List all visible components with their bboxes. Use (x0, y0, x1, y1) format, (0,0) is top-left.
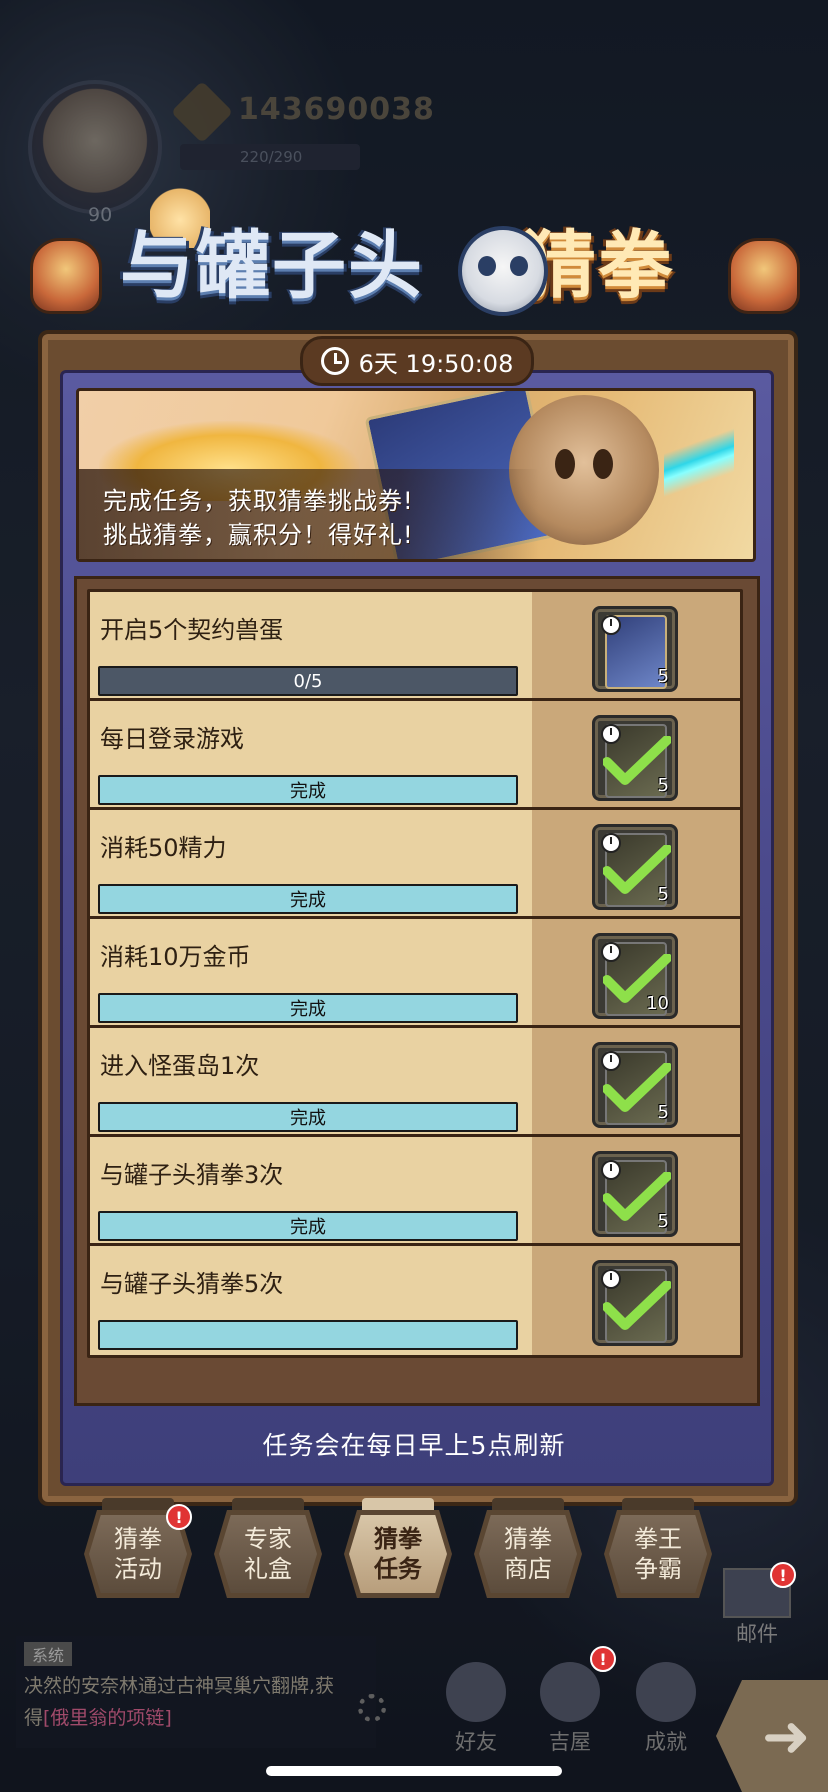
task-title: 进入怪蛋岛1次 (100, 1052, 260, 1080)
task-progress-bar: 完成 (98, 1211, 518, 1241)
friends-icon (446, 1662, 506, 1722)
event-title: 与罐子头 猜拳 (120, 206, 674, 313)
task-title: 每日登录游戏 (100, 725, 244, 753)
house-label: 吉屋 (549, 1730, 591, 1754)
reward-ticket-icon[interactable]: 5 (592, 1151, 678, 1237)
task-title: 开启5个契约兽蛋 (100, 616, 284, 644)
task-row[interactable]: 消耗50精力 完成 5 (87, 807, 743, 922)
task-row[interactable]: 开启5个契约兽蛋 0/5 5 (87, 589, 743, 704)
arrow-right-icon: ➜ (761, 1702, 811, 1770)
friends-button[interactable]: 好友 (436, 1662, 516, 1756)
clock-icon (601, 615, 621, 635)
tab-label: 猜拳 任务 (374, 1525, 422, 1583)
home-indicator[interactable] (266, 1766, 562, 1776)
task-progress-bar: 完成 (98, 993, 518, 1023)
house-icon (540, 1662, 600, 1722)
task-progress-bar (98, 1320, 518, 1350)
mail-alert-badge: ! (770, 1562, 796, 1588)
tab-gift-box[interactable]: 专家 礼盒 (214, 1510, 322, 1598)
task-progress-bar: 完成 (98, 1102, 518, 1132)
clock-icon (320, 347, 349, 375)
task-row[interactable]: 与罐子头猜拳3次 完成 5 (87, 1134, 743, 1249)
tab-championship[interactable]: 拳王 争霸 (604, 1510, 712, 1598)
achievements-button[interactable]: 成就 (626, 1662, 706, 1756)
gear-icon[interactable] (358, 1694, 386, 1722)
task-progress-bar: 0/5 (98, 666, 518, 696)
mail-label: 邮件 (736, 1622, 778, 1646)
reward-ticket-icon[interactable]: 10 (592, 933, 678, 1019)
lightning-icon (664, 401, 734, 551)
check-icon (603, 1281, 671, 1330)
event-timer-text: 6天 19:50:08 (358, 349, 514, 378)
event-title-part1: 与罐子头 (120, 223, 424, 309)
reward-quantity: 5 (657, 1102, 669, 1123)
house-alert-badge: ! (590, 1646, 616, 1672)
reward-ticket-icon[interactable]: 5 (592, 606, 678, 692)
tab-label: 猜拳 商店 (504, 1525, 552, 1583)
task-row[interactable]: 与罐子头猜拳5次 (87, 1243, 743, 1358)
trophy-icon (636, 1662, 696, 1722)
house-button[interactable]: 吉屋 ! (530, 1646, 616, 1756)
reward-quantity: 5 (657, 1211, 669, 1232)
system-chat[interactable]: 系统 决然的安奈林通过古神冥巢穴翻牌,获得[俄里翁的项链] (16, 1636, 376, 1748)
tab-label: 猜拳 活动 (114, 1525, 162, 1583)
mail-button[interactable]: 邮件 ! (722, 1562, 796, 1648)
event-title-banner: 与罐子头 猜拳 (30, 178, 800, 338)
task-list[interactable]: 开启5个契约兽蛋 0/5 5 每日登录游戏 完成 5 消耗50精力 完成 5 消… (74, 576, 760, 1406)
task-row[interactable]: 消耗10万金币 完成 10 (87, 916, 743, 1031)
reward-quantity: 5 (657, 775, 669, 796)
pot-left-icon (30, 238, 102, 314)
tab-tasks[interactable]: 猜拳 任务 (344, 1510, 452, 1598)
tab-shop[interactable]: 猜拳 商店 (474, 1510, 582, 1598)
task-progress-bar: 完成 (98, 775, 518, 805)
tab-alert-badge: ! (166, 1504, 192, 1530)
tab-label: 拳王 争霸 (634, 1525, 682, 1583)
pot-right-icon (728, 238, 800, 314)
task-title: 消耗50精力 (100, 834, 227, 862)
achievements-label: 成就 (645, 1730, 687, 1754)
chat-message-item: [俄里翁的项链] (43, 1707, 172, 1729)
reward-ticket-icon[interactable]: 5 (592, 715, 678, 801)
promo-line-2: 挑战猜拳，赢积分！得好礼! (103, 521, 414, 549)
reward-quantity: 5 (657, 884, 669, 905)
pot-head-mascot-icon (458, 226, 548, 316)
reward-quantity: 5 (657, 666, 669, 687)
promo-line-1: 完成任务，获取猜拳挑战券! (103, 487, 414, 515)
chat-message: 决然的安奈林通过古神冥巢穴翻牌,获得[俄里翁的项链] (24, 1670, 344, 1734)
reward-ticket-icon[interactable]: 5 (592, 1042, 678, 1128)
reward-ticket-icon[interactable] (592, 1260, 678, 1346)
reward-ticket-icon[interactable]: 5 (592, 824, 678, 910)
reward-quantity: 10 (646, 993, 669, 1014)
event-timer: 6天 19:50:08 (300, 336, 534, 386)
tab-label: 专家 礼盒 (244, 1525, 292, 1583)
task-row[interactable]: 每日登录游戏 完成 5 (87, 698, 743, 813)
task-title: 与罐子头猜拳5次 (100, 1270, 284, 1298)
refresh-note: 任务会在每日早上5点刷新 (262, 1431, 566, 1460)
task-title: 与罐子头猜拳3次 (100, 1161, 284, 1189)
promo-banner: 完成任务，获取猜拳挑战券! 挑战猜拳，赢积分！得好礼! (76, 388, 756, 562)
task-progress-bar: 完成 (98, 884, 518, 914)
task-row[interactable]: 进入怪蛋岛1次 完成 5 (87, 1025, 743, 1140)
friends-label: 好友 (455, 1730, 497, 1754)
chat-channel-tag: 系统 (24, 1642, 73, 1666)
task-title: 消耗10万金币 (100, 943, 251, 971)
